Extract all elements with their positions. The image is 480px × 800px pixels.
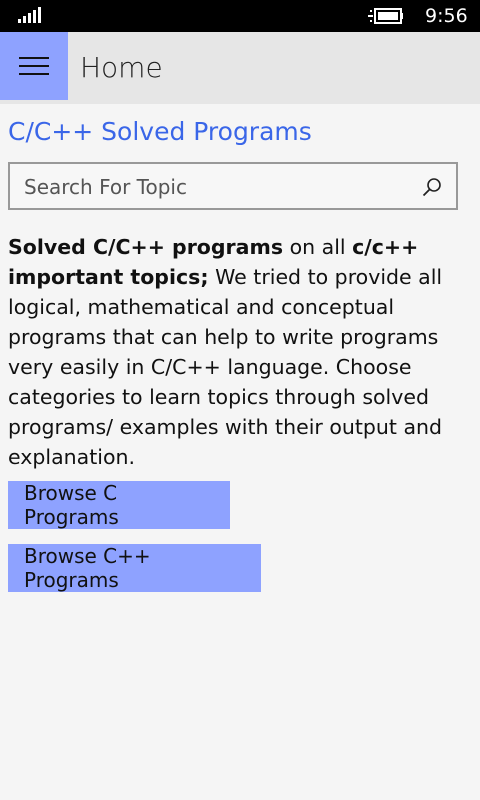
browse-cpp-programs-button[interactable]: Browse C++ Programs <box>8 544 261 592</box>
description-text: Solved C/C++ programs on all c/c++ impor… <box>8 232 472 472</box>
search-input[interactable] <box>22 164 416 210</box>
description-bold-1: Solved C/C++ programs <box>8 235 284 259</box>
search-icon[interactable] <box>422 177 442 197</box>
page-header-title: Home <box>80 51 163 84</box>
browse-c-programs-button[interactable]: Browse C Programs <box>8 481 230 529</box>
hamburger-menu-button[interactable] <box>0 32 68 100</box>
battery-charging-icon <box>368 8 403 24</box>
clock: 9:56 <box>425 5 468 27</box>
page-title: C/C++ Solved Programs <box>8 117 312 146</box>
search-box[interactable] <box>8 162 458 210</box>
status-bar: 9:56 <box>0 0 480 32</box>
description-text-1: on all <box>283 235 353 259</box>
main-content: C/C++ Solved Programs Solved C/C++ progr… <box>8 104 472 592</box>
app-bar: Home <box>0 32 480 104</box>
signal-icon <box>18 7 41 23</box>
description-text-2: We tried to provide all logical, mathema… <box>8 265 443 469</box>
